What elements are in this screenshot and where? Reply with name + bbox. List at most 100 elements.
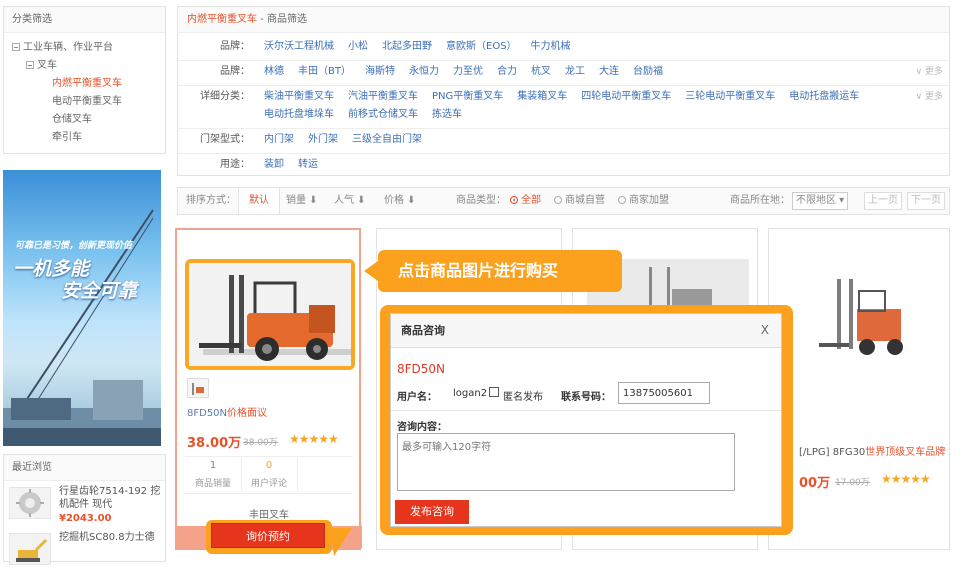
recent-item-name[interactable]: 行星齿轮7514-192 挖机配件 现代: [59, 485, 164, 511]
content-textarea[interactable]: [397, 433, 735, 491]
tree-item-forklift[interactable]: 叉车: [12, 57, 122, 75]
username-value: logan2: [453, 388, 488, 399]
arrow-down-icon: ⬇: [354, 195, 366, 206]
excavator-thumbnail[interactable]: [9, 533, 51, 565]
rating-stars-icon: ★★★★★: [289, 432, 339, 446]
filter-option[interactable]: 小松: [348, 41, 368, 52]
product-image[interactable]: [799, 269, 919, 359]
arrow-down-icon: ⬇: [306, 195, 318, 206]
filter-option[interactable]: 牛力机械: [531, 41, 571, 52]
sort-popularity[interactable]: 人气 ⬇: [334, 188, 366, 214]
filter-option[interactable]: PNG平衡重叉车: [432, 91, 503, 102]
sales-label: 商品销量: [194, 479, 231, 489]
filter-option[interactable]: 拣选车: [432, 109, 462, 120]
close-icon[interactable]: X: [761, 323, 769, 337]
filter-option[interactable]: 柴油平衡重叉车: [264, 91, 334, 102]
filter-option[interactable]: 集装箱叉车: [517, 91, 567, 102]
sort-default[interactable]: 默认: [238, 188, 280, 214]
gear-icon: [16, 489, 44, 517]
banner-headline-2: 安全可靠: [61, 280, 138, 302]
category-filter-title: 分类筛选: [4, 7, 165, 33]
filter-label: 门架型式：: [200, 134, 250, 145]
sort-bar: 排序方式： 默认 销量 ⬇ 人气 ⬇ 价格 ⬇ 商品类型： 全部 商城自营 商家…: [177, 187, 950, 215]
next-page-button[interactable]: 下一页: [907, 192, 945, 210]
filter-option[interactable]: 永恒力: [409, 66, 439, 77]
filter-option[interactable]: 海斯特: [365, 66, 395, 77]
product-title[interactable]: [/LPG] 8FG30世界顶级叉车品牌: [799, 443, 945, 458]
type-all-radio[interactable]: 全部: [510, 188, 541, 214]
filter-option[interactable]: 台励福: [633, 66, 663, 77]
chevron-down-icon: ∨: [915, 92, 925, 102]
excavator-icon: [16, 538, 48, 562]
collapse-icon[interactable]: [12, 43, 20, 51]
dialog-title: 商品咨询: [391, 314, 781, 348]
submit-inquiry-button[interactable]: 发布咨询: [395, 500, 469, 524]
filter-row-mast: 门架型式： 内门架 外门架 三级全自由门架: [178, 129, 949, 151]
promo-banner[interactable]: 可靠已是习惯，创新更现价值 一机多能 安全可靠: [3, 170, 161, 446]
anonymous-checkbox[interactable]: [489, 387, 499, 397]
recent-item[interactable]: 行星齿轮7514-192 挖机配件 现代 ¥2043.00: [9, 485, 164, 525]
recent-item[interactable]: 挖掘机SC80.8力士德: [9, 531, 164, 571]
filter-option[interactable]: 前移式仓储叉车: [348, 109, 418, 120]
username-label: 用户名：: [397, 392, 437, 403]
filter-option[interactable]: 汽油平衡重叉车: [348, 91, 418, 102]
filter-option[interactable]: 四轮电动平衡重叉车: [581, 91, 671, 102]
filter-option[interactable]: 电动托盘堆垛车: [264, 109, 334, 120]
filter-option[interactable]: 内门架: [264, 134, 294, 145]
filter-label: 品牌：: [220, 41, 250, 52]
tree-item-tractor[interactable]: 牵引车: [12, 129, 122, 147]
breadcrumb: 内燃平衡重叉车 - 商品筛选: [178, 7, 949, 33]
tree-item-warehouse[interactable]: 仓储叉车: [12, 111, 122, 129]
rating-stars-icon: ★★★★★: [881, 472, 931, 486]
filter-option[interactable]: 力至优: [453, 66, 483, 77]
product-title[interactable]: 8FD50N价格面议: [187, 404, 267, 419]
filter-option[interactable]: 三级全自由门架: [352, 134, 422, 145]
prev-page-button[interactable]: 上一页: [864, 192, 902, 210]
chevron-down-icon: ∨: [915, 67, 925, 77]
filter-option[interactable]: 北起多田野: [382, 41, 432, 52]
sort-price[interactable]: 价格 ⬇: [384, 188, 416, 214]
filter-row-category-2: 电动托盘堆垛车 前移式仓储叉车 拣选车: [178, 104, 949, 126]
collapse-icon[interactable]: [26, 61, 34, 69]
tree-item-electric-counterbalance[interactable]: 电动平衡重叉车: [12, 93, 122, 111]
filter-option[interactable]: 林德: [264, 66, 284, 77]
filter-option[interactable]: 合力: [497, 66, 517, 77]
product-thumb[interactable]: [187, 378, 209, 398]
instruction-tip: 点击商品图片进行购买: [364, 250, 622, 292]
more-toggle[interactable]: ∨ 更多: [916, 61, 943, 83]
filter-option[interactable]: 丰田（BT）: [298, 66, 351, 77]
tree-item-ic-counterbalance[interactable]: 内燃平衡重叉车: [12, 75, 122, 93]
filter-row-brand-2: 品牌： 林德 丰田（BT） 海斯特 永恒力 力至优 合力 杭叉 龙工 大连 台励福 ∨ 更多: [178, 61, 949, 83]
location-select[interactable]: 不限地区 ▾: [792, 192, 848, 210]
filter-option[interactable]: 龙工: [565, 66, 585, 77]
type-merchant-radio[interactable]: 商家加盟: [618, 188, 669, 214]
filter-option[interactable]: 三轮电动平衡重叉车: [685, 91, 775, 102]
callout-pointer: [330, 528, 352, 556]
product-card[interactable]: [/LPG] 8FG30世界顶级叉车品牌 00万 17.00万 ★★★★★: [768, 228, 950, 550]
filter-option[interactable]: 意欧斯（EOS）: [446, 41, 517, 52]
forklift-image: [189, 263, 353, 366]
gear-thumbnail[interactable]: [9, 487, 51, 519]
recent-item-name[interactable]: 挖掘机SC80.8力士德: [59, 531, 164, 544]
anonymous-label[interactable]: 匿名发布: [503, 388, 543, 403]
type-self-radio[interactable]: 商城自营: [554, 188, 605, 214]
tree-item-industrial[interactable]: 工业车辆、作业平台: [12, 39, 122, 57]
shop-name[interactable]: 丰田叉车: [177, 506, 361, 521]
inquiry-button[interactable]: 询价预约: [211, 523, 325, 548]
filter-option[interactable]: 装卸: [264, 159, 284, 170]
product-old-price: 17.00万: [835, 478, 870, 488]
filter-row-usage: 用途： 装卸 转运: [178, 154, 949, 176]
location-label: 商品所在地：: [730, 195, 790, 206]
recent-views-title: 最近浏览: [4, 455, 165, 481]
breadcrumb-current[interactable]: 内燃平衡重叉车: [187, 14, 257, 25]
filter-option[interactable]: 沃尔沃工程机械: [264, 41, 334, 52]
filter-option[interactable]: 杭叉: [531, 66, 551, 77]
phone-input[interactable]: [618, 382, 710, 404]
sort-sales[interactable]: 销量 ⬇: [286, 188, 318, 214]
filter-option[interactable]: 电动托盘搬运车: [789, 91, 859, 102]
filter-option[interactable]: 外门架: [308, 134, 338, 145]
recent-item-price: ¥2043.00: [59, 513, 112, 524]
filter-option[interactable]: 大连: [599, 66, 619, 77]
filter-option[interactable]: 转运: [298, 159, 318, 170]
product-image-highlight[interactable]: [185, 259, 355, 370]
